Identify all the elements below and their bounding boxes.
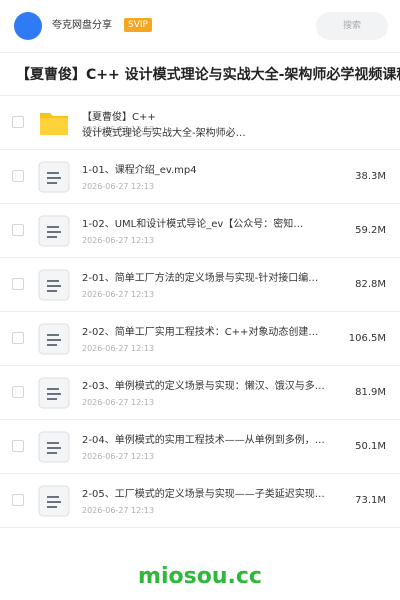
document-icon bbox=[38, 269, 70, 301]
list-item[interactable]: 1-02、UML和设计模式导论_ev【公众号：密知… 2026-06-27 12… bbox=[0, 204, 400, 258]
file-name: 1-02、UML和设计模式导论_ev【公众号：密知… bbox=[82, 219, 304, 230]
file-date: 2026-06-27 12:13 bbox=[82, 506, 155, 515]
folder-name: 【夏曹俊】C++ bbox=[82, 112, 156, 123]
file-name: 2-02、简单工厂实用工程技术：C++对象动态创建… bbox=[82, 327, 319, 338]
avatar[interactable] bbox=[14, 12, 42, 40]
search-input[interactable] bbox=[316, 12, 388, 40]
folder-name-continued: 设计模式理论与实战大全-架构师必… bbox=[82, 128, 246, 139]
list-item[interactable]: 1-01、课程介绍_ev.mp4 2026-06-27 12:13 38.3M bbox=[0, 150, 400, 204]
list-item[interactable]: 2-02、简单工厂实用工程技术：C++对象动态创建… 2026-06-27 12… bbox=[0, 312, 400, 366]
file-list: 【夏曹俊】C++ 2026-06-27 12:13 设计模式理论与实战大全-架构… bbox=[0, 96, 400, 528]
row-checkbox[interactable] bbox=[12, 440, 24, 452]
row-checkbox[interactable] bbox=[12, 386, 24, 398]
document-icon bbox=[38, 377, 70, 409]
file-date: 2026-06-27 12:13 bbox=[82, 290, 155, 299]
file-date: 2026-06-27 12:13 bbox=[82, 452, 155, 461]
file-size: 82.8M bbox=[355, 279, 386, 290]
file-name: 1-01、课程介绍_ev.mp4 bbox=[82, 165, 197, 176]
file-name: 2-05、工厂模式的定义场景与实现——子类延迟实现… bbox=[82, 489, 325, 500]
document-icon bbox=[38, 215, 70, 247]
file-size: 59.2M bbox=[355, 225, 386, 236]
file-size: 106.5M bbox=[348, 333, 386, 344]
file-name: 2-03、单例模式的定义场景与实现：懒汉、饿汉与多… bbox=[82, 381, 325, 392]
row-checkbox[interactable] bbox=[12, 224, 24, 236]
page: 夸克网盘分享 SVIP 【夏曹俊】C++ 设计模式理论与实战大全-架构师必学视频… bbox=[0, 0, 400, 600]
file-date: 2026-06-27 12:13 bbox=[82, 398, 155, 407]
file-size: 50.1M bbox=[355, 441, 386, 452]
file-size: 73.1M bbox=[355, 495, 386, 506]
file-name: 2-01、简单工厂方法的定义场景与实现-针对接口编… bbox=[82, 273, 319, 284]
title-bar: 【夏曹俊】C++ 设计模式理论与实战大全-架构师必学视频课程 bbox=[0, 52, 400, 96]
document-icon bbox=[38, 431, 70, 463]
row-checkbox[interactable] bbox=[12, 332, 24, 344]
document-icon bbox=[38, 323, 70, 355]
row-checkbox[interactable] bbox=[12, 278, 24, 290]
svip-badge: SVIP bbox=[124, 18, 152, 32]
file-date: 2026-06-27 12:13 bbox=[82, 182, 155, 191]
document-icon bbox=[38, 485, 70, 517]
list-item[interactable]: 2-04、单例模式的实用工程技术——从单例到多例，… 2026-06-27 12… bbox=[0, 420, 400, 474]
row-checkbox[interactable] bbox=[12, 170, 24, 182]
file-size: 81.9M bbox=[355, 387, 386, 398]
file-date: 2026-06-27 12:13 bbox=[82, 236, 155, 245]
page-title: 【夏曹俊】C++ 设计模式理论与实战大全-架构师必学视频课程 bbox=[16, 67, 400, 83]
file-name: 2-04、单例模式的实用工程技术——从单例到多例，… bbox=[82, 435, 325, 446]
watermark: miosou.cc bbox=[138, 564, 262, 589]
file-date: 2026-06-27 12:13 bbox=[82, 344, 155, 353]
list-item[interactable]: 2-05、工厂模式的定义场景与实现——子类延迟实现… 2026-06-27 12… bbox=[0, 474, 400, 528]
row-checkbox[interactable] bbox=[12, 494, 24, 506]
document-icon bbox=[38, 161, 70, 193]
file-size: 38.3M bbox=[355, 171, 386, 182]
list-item[interactable]: 2-03、单例模式的定义场景与实现：懒汉、饿汉与多… 2026-06-27 12… bbox=[0, 366, 400, 420]
row-checkbox[interactable] bbox=[12, 116, 24, 128]
username: 夸克网盘分享 bbox=[52, 20, 112, 31]
header: 夸克网盘分享 SVIP bbox=[0, 0, 400, 52]
list-item-folder[interactable]: 【夏曹俊】C++ 2026-06-27 12:13 设计模式理论与实战大全-架构… bbox=[0, 96, 400, 150]
list-item[interactable]: 2-01、简单工厂方法的定义场景与实现-针对接口编… 2026-06-27 12… bbox=[0, 258, 400, 312]
folder-icon bbox=[38, 107, 70, 139]
